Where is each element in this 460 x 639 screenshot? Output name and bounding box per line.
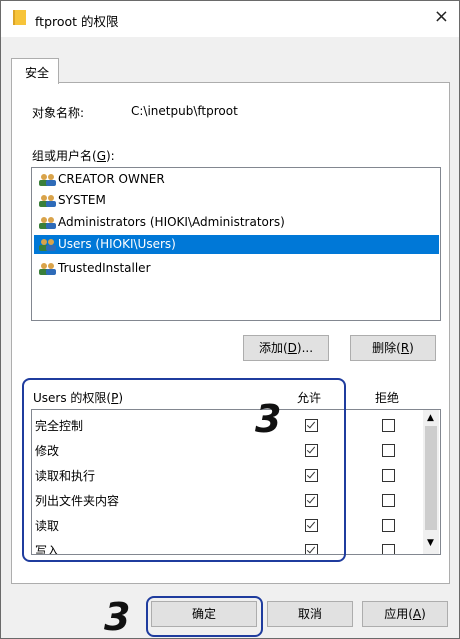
scrollbar[interactable]: ▲ ▼ xyxy=(423,410,439,554)
user-group-icon xyxy=(39,217,56,229)
window-title: ftproot 的权限 xyxy=(35,14,119,29)
step-number-ok: 3 xyxy=(104,595,131,639)
tab-security[interactable]: 安全 xyxy=(11,58,59,84)
deny-checkbox[interactable] xyxy=(382,494,395,507)
list-item[interactable]: CREATOR OWNER xyxy=(34,170,439,189)
scroll-down-icon[interactable]: ▼ xyxy=(427,538,434,548)
list-item[interactable]: SYSTEM xyxy=(34,191,439,210)
folder-icon xyxy=(13,10,26,25)
user-name: Administrators (HIOKI\Administrators) xyxy=(58,215,285,229)
scroll-up-icon[interactable]: ▲ xyxy=(427,413,434,423)
deny-checkbox[interactable] xyxy=(382,419,395,432)
group-or-user-label: 组或用户名(G): xyxy=(32,149,115,163)
add-button[interactable]: 添加(D)... xyxy=(243,335,329,361)
cancel-button[interactable]: 取消 xyxy=(267,601,353,627)
user-list[interactable]: CREATOR OWNER SYSTEM Administrators (HIO… xyxy=(31,167,441,321)
title-bar: ftproot 的权限 × xyxy=(1,1,459,37)
deny-checkbox[interactable] xyxy=(382,444,395,457)
deny-column-header: 拒绝 xyxy=(375,391,400,405)
step-number-permissions: 3 xyxy=(255,397,282,441)
user-name: CREATOR OWNER xyxy=(58,172,165,186)
object-name-value: C:\inetpub\ftproot xyxy=(131,104,238,118)
list-item[interactable]: TrustedInstaller xyxy=(34,259,439,278)
list-item-selected[interactable]: Users (HIOKI\Users) xyxy=(34,235,439,254)
deny-checkbox[interactable] xyxy=(382,519,395,532)
tab-security-label: 安全 xyxy=(25,66,50,80)
user-name: SYSTEM xyxy=(58,193,106,207)
user-group-icon xyxy=(39,263,56,275)
deny-checkbox[interactable] xyxy=(382,469,395,482)
scroll-thumb[interactable] xyxy=(425,426,437,530)
apply-button[interactable]: 应用(A) xyxy=(362,601,448,627)
user-group-icon xyxy=(39,174,56,186)
user-group-icon xyxy=(39,195,56,207)
list-item[interactable]: Administrators (HIOKI\Administrators) xyxy=(34,213,439,232)
permissions-callout-box xyxy=(22,378,346,562)
ok-callout-box xyxy=(146,596,263,637)
deny-checkbox[interactable] xyxy=(382,544,395,554)
object-name-label: 对象名称: xyxy=(32,106,85,120)
close-icon[interactable]: × xyxy=(434,8,449,26)
user-group-icon xyxy=(39,239,56,251)
remove-button[interactable]: 删除(R) xyxy=(350,335,436,361)
user-name: TrustedInstaller xyxy=(58,261,151,275)
user-name: Users (HIOKI\Users) xyxy=(58,237,176,251)
